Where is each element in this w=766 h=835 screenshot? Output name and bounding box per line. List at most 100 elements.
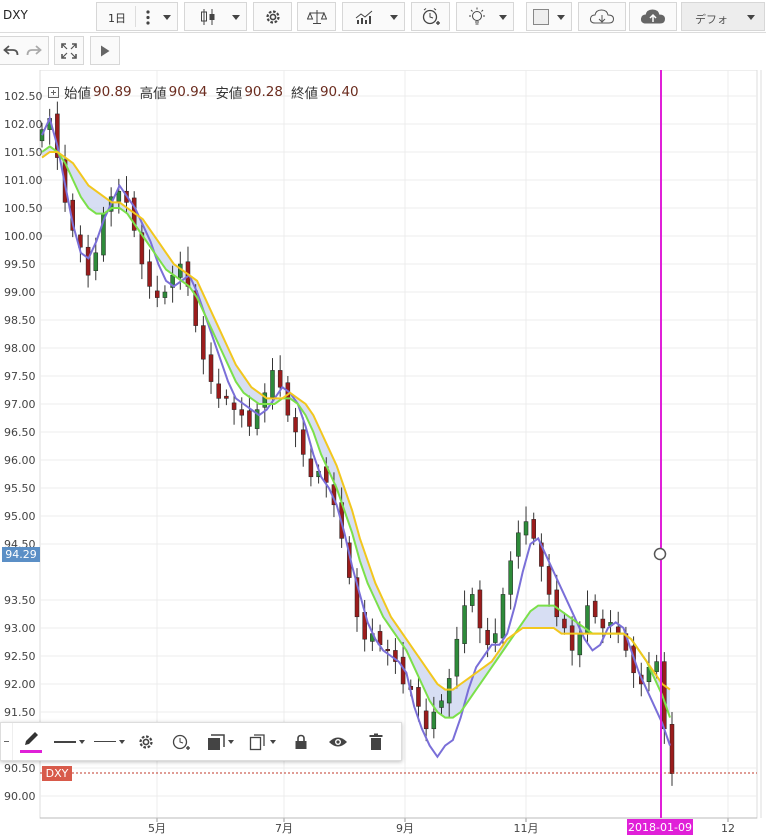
candle-body (239, 409, 245, 416)
chevron-down-icon[interactable] (557, 15, 565, 20)
candle-body (500, 594, 506, 639)
top-toolbar: DXY 1日 デフォ (0, 0, 766, 33)
price-axis-label: 98.50 (4, 314, 36, 327)
candle-body (85, 246, 91, 276)
candle-body (546, 566, 552, 595)
price-axis-label: 97.00 (4, 398, 36, 411)
candle-body (154, 290, 160, 298)
price-axis-label: 100.00 (4, 230, 43, 243)
candle-body (462, 605, 467, 644)
price-axis-label: 91.50 (4, 706, 36, 719)
interval-selector[interactable]: 1日 (96, 2, 178, 31)
chart-area[interactable]: 102.50 102.00 101.50 101.00 100.50 100.00 99.5… (0, 70, 766, 835)
candle-body (493, 633, 498, 643)
candle-body (231, 402, 237, 410)
expand-plus-icon[interactable] (48, 86, 59, 98)
undo-icon (2, 44, 18, 55)
copy-icon (249, 733, 265, 750)
line-width-icon (93, 741, 116, 742)
open-value: 90.89 (93, 84, 132, 100)
line-style-button[interactable] (49, 723, 89, 760)
save-layout-button[interactable] (629, 2, 677, 31)
template-selector[interactable]: デフォ (681, 2, 765, 31)
ideas-button[interactable] (456, 2, 514, 31)
plot-frame (39, 70, 758, 819)
settings-gear-icon (265, 9, 280, 24)
candle-body (454, 638, 460, 677)
chevron-down-icon[interactable] (747, 15, 755, 20)
more-vert-icon[interactable] (145, 10, 151, 25)
chevron-down-icon[interactable] (390, 15, 398, 20)
candle-body (416, 687, 421, 707)
candle-body (531, 519, 536, 539)
indicators-button[interactable] (342, 2, 405, 31)
drawing-anchor-handle (653, 547, 667, 561)
candle-body (147, 261, 152, 287)
close-value: 90.40 (319, 84, 359, 100)
price-axis-label: 102.00 (4, 118, 43, 131)
candle-body (516, 532, 521, 557)
symbol-last-price-tag: DXY (42, 766, 72, 781)
layers-button[interactable] (199, 723, 241, 760)
price-axis-label: 96.00 (4, 454, 36, 467)
visibility-button[interactable] (319, 723, 357, 760)
candle-body (208, 354, 214, 382)
alert-clock-icon (172, 734, 190, 750)
drawing-alert-button[interactable] (163, 723, 199, 760)
high-label: 高値 (139, 86, 167, 102)
chevron-down-icon[interactable] (163, 15, 171, 20)
settings-button[interactable] (253, 2, 292, 31)
candle-body (615, 626, 621, 634)
drawing-toolbar-handle[interactable] (1, 723, 13, 760)
delete-button[interactable] (357, 723, 395, 760)
fullscreen-button[interactable] (54, 36, 84, 65)
price-axis-label: 96.50 (4, 426, 36, 439)
drawing-settings-button[interactable] (129, 723, 163, 760)
chevron-down-icon[interactable] (499, 15, 507, 20)
price-axis-label: 90.50 (4, 762, 36, 775)
candle-body (247, 410, 252, 427)
candle-body (554, 589, 560, 618)
chart-type-button[interactable] (184, 2, 247, 31)
candle-body (523, 521, 529, 536)
time-axis-label: 5月 (148, 822, 166, 835)
chevron-down-icon[interactable] (232, 15, 240, 20)
eye-icon (329, 737, 347, 746)
close-label: 終値 (290, 86, 318, 102)
pencil-icon (25, 732, 38, 745)
symbol-name[interactable]: DXY (3, 8, 28, 22)
drawing-toolbar (0, 722, 402, 761)
redo-button[interactable] (19, 36, 49, 65)
low-label: 安値 (215, 86, 243, 102)
play-icon (101, 45, 110, 56)
replay-button[interactable] (90, 36, 120, 65)
candle-body (562, 618, 567, 629)
time-axis-label: 11月 (514, 822, 539, 835)
load-layout-button[interactable] (578, 2, 626, 31)
line-width-button[interactable] (89, 723, 129, 760)
price-axis-label: 93.50 (4, 594, 36, 607)
price-axis-label: 92.00 (4, 678, 36, 691)
alert-button[interactable] (411, 2, 450, 31)
price-axis-label: 98.00 (4, 342, 36, 355)
clone-button[interactable] (241, 723, 283, 760)
background-color-button[interactable] (526, 2, 572, 31)
candle-body (592, 600, 598, 618)
candle-body (385, 649, 390, 652)
price-axis-label: 102.50 (4, 90, 43, 103)
lock-button[interactable] (283, 723, 319, 760)
compare-button[interactable] (297, 2, 336, 31)
pencil-color-underline (20, 750, 42, 753)
high-value: 90.94 (168, 84, 208, 100)
lock-icon (295, 734, 307, 749)
candle-body (508, 560, 513, 595)
candle-body (116, 190, 122, 202)
ohlc-legend: 始値 90.89 高値 90.94 安値 90.28 終値 90.40 (48, 82, 367, 102)
crosshair-date-label: 2018-01-09 (627, 819, 693, 835)
price-chart[interactable]: 102.50 102.00 101.50 101.00 100.50 100.00 99.5… (0, 70, 766, 835)
price-axis-label: 97.50 (4, 370, 36, 383)
pencil-button[interactable] (13, 723, 49, 760)
cloud-upload-icon (640, 8, 666, 23)
candle-body (477, 589, 483, 629)
candle-body (216, 383, 221, 399)
